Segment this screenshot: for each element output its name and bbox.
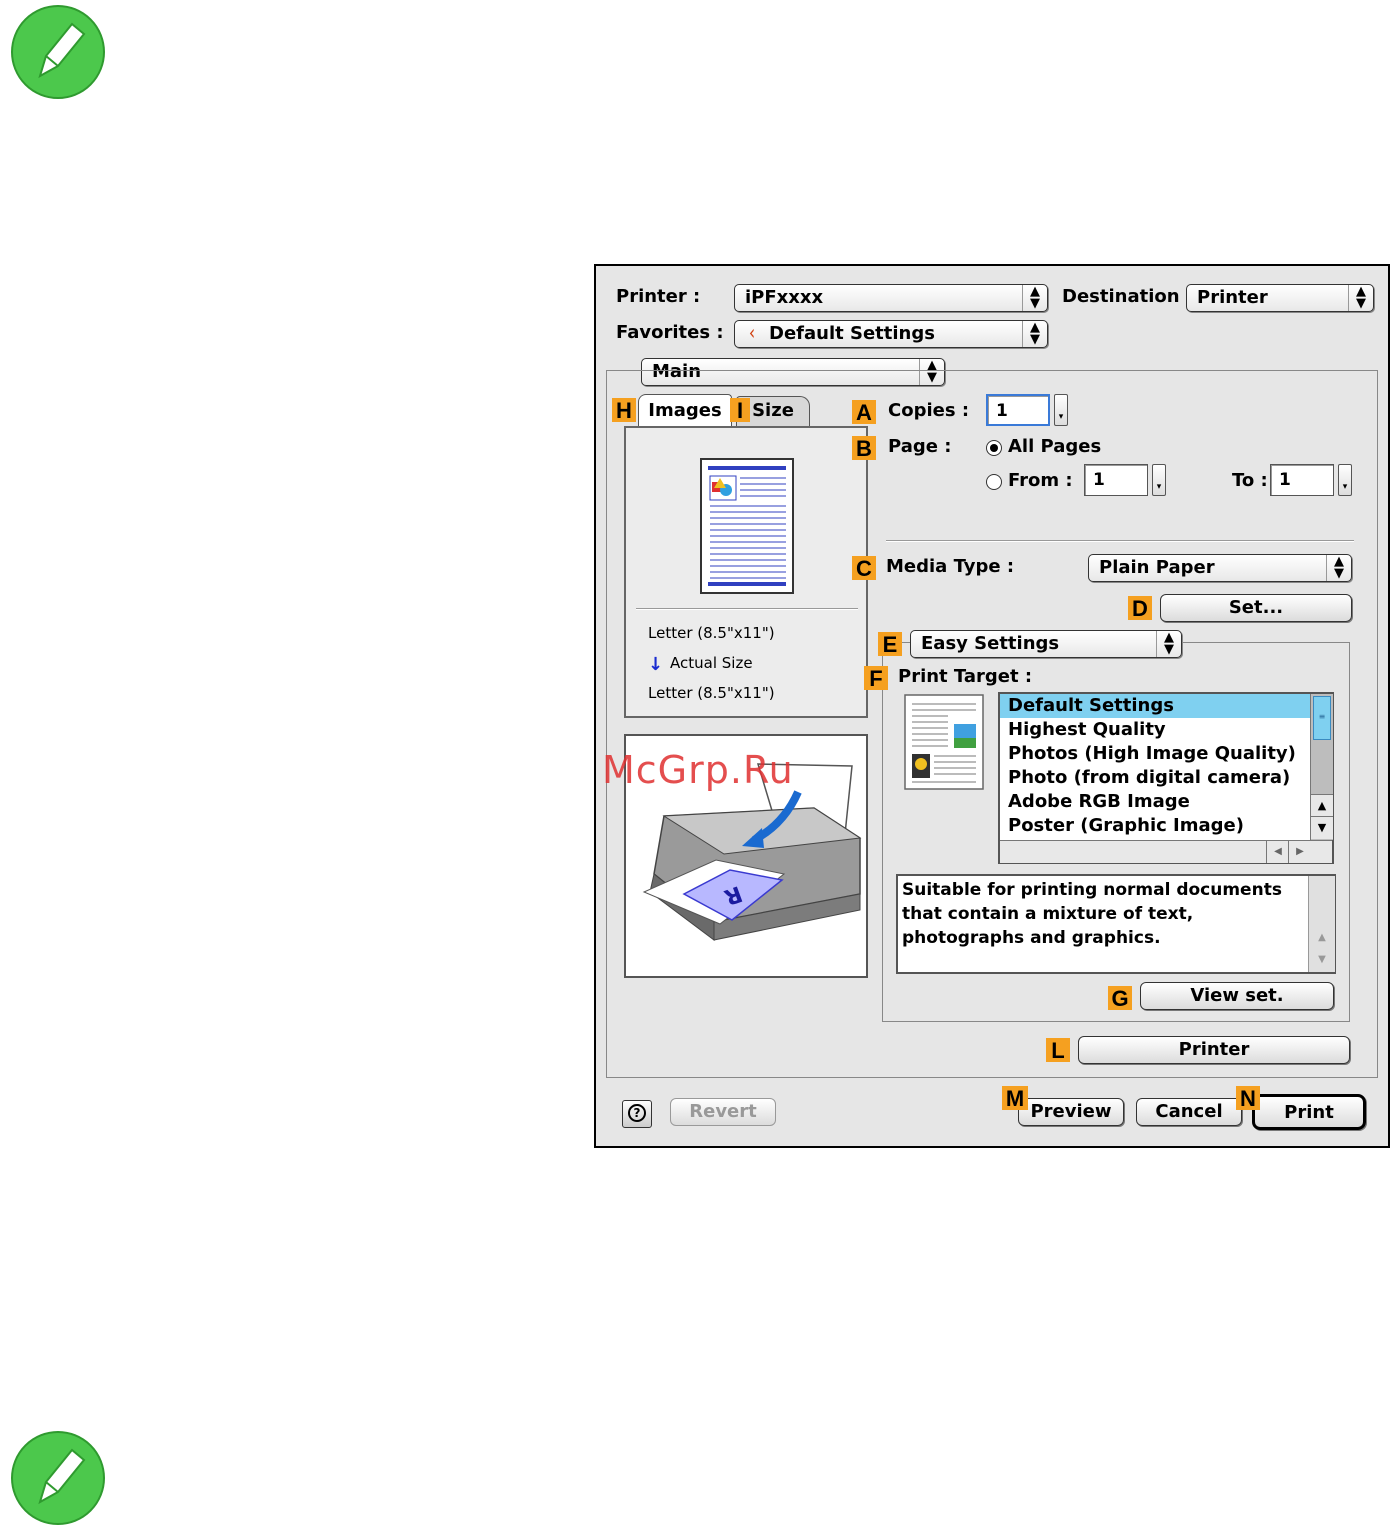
scroll-up-arrow-icon[interactable]: ▲ — [1309, 928, 1335, 948]
watermark-text: McGrp.Ru — [602, 748, 794, 792]
scroll-right-arrow-icon[interactable]: ▶ — [1288, 841, 1311, 863]
to-stepper[interactable]: ▾ — [1338, 464, 1352, 496]
copies-label: Copies : — [888, 400, 970, 421]
media-type-value: Plain Paper — [1099, 557, 1215, 578]
media-type-popup[interactable]: Plain Paper ▲ ▼ — [1088, 554, 1352, 582]
from-stepper[interactable]: ▾ — [1152, 464, 1166, 496]
to-input[interactable]: 1 — [1270, 464, 1334, 496]
marker-l: L — [1046, 1038, 1070, 1063]
scroll-left-arrow-icon[interactable]: ◀ — [1266, 841, 1289, 863]
help-button[interactable]: ? — [622, 1100, 652, 1128]
list-item[interactable]: Highest Quality — [1008, 718, 1166, 742]
preview-button[interactable]: Preview — [1018, 1098, 1124, 1126]
favorites-label: Favorites : — [616, 322, 724, 343]
all-pages-label: All Pages — [1008, 436, 1102, 457]
marker-f: F — [864, 666, 888, 691]
copies-stepper[interactable]: ▾ — [1054, 394, 1068, 426]
section-divider — [886, 540, 1354, 542]
printer-popup[interactable]: iPFxxxx ▲ ▼ — [734, 284, 1048, 312]
cancel-button[interactable]: Cancel — [1136, 1098, 1242, 1126]
marker-h: H — [612, 398, 636, 423]
to-label: To : — [1232, 470, 1268, 491]
print-button[interactable]: Print — [1252, 1094, 1366, 1130]
destination-value: Printer — [1197, 287, 1268, 308]
updown-arrows-icon: ▲ ▼ — [1348, 285, 1373, 311]
printer-label: Printer : — [616, 286, 701, 307]
list-item[interactable]: Poster (Graphic Image) — [1008, 814, 1244, 838]
set-button[interactable]: Set... — [1160, 594, 1352, 622]
preview-divider — [636, 608, 858, 610]
marker-m: M — [1002, 1086, 1028, 1111]
updown-arrows-icon: ▲ ▼ — [1156, 631, 1181, 657]
scroll-down-arrow-icon[interactable]: ▼ — [1311, 816, 1333, 839]
list-item[interactable]: Photo (from digital camera) — [1008, 766, 1290, 790]
list-horizontal-scrollbar[interactable]: ◀ ▶ — [1000, 840, 1332, 863]
updown-arrows-icon: ▲ ▼ — [1326, 555, 1351, 581]
page-label: Page : — [888, 436, 952, 457]
list-item[interactable]: Photos (High Image Quality) — [1008, 742, 1296, 766]
marker-n: N — [1236, 1086, 1260, 1111]
from-input[interactable]: 1 — [1084, 464, 1148, 496]
marker-d: D — [1128, 596, 1152, 621]
tab-size-label: Size — [752, 400, 794, 421]
print-target-list[interactable]: Default Settings Highest Quality Photos … — [998, 692, 1334, 864]
list-vertical-scrollbar[interactable]: ≡ ▲ ▼ — [1310, 694, 1333, 840]
marker-c: C — [852, 556, 876, 581]
print-dialog: Printer : iPFxxxx ▲ ▼ Destination : Print… — [594, 264, 1390, 1148]
from-radio[interactable] — [986, 474, 1002, 490]
scroll-down-arrow-icon[interactable]: ▼ — [1309, 950, 1335, 970]
marker-i: I — [730, 398, 750, 423]
favorite-flame-icon: ᚲ — [747, 324, 757, 343]
media-type-label: Media Type : — [886, 556, 1015, 577]
scroll-up-arrow-icon[interactable]: ▲ — [1311, 794, 1333, 817]
note-pencil-icon — [11, 5, 105, 99]
revert-button[interactable]: Revert — [670, 1098, 776, 1126]
arrow-down-icon: ↓ — [648, 654, 664, 675]
easy-settings-value: Easy Settings — [921, 633, 1060, 654]
printer-button[interactable]: Printer — [1078, 1036, 1350, 1064]
updown-arrows-icon: ▲ ▼ — [1022, 321, 1047, 347]
copies-input[interactable]: 1 — [986, 394, 1050, 426]
print-target-thumbnail-icon — [904, 694, 984, 790]
favorites-popup[interactable]: ᚲ Default Settings ▲ ▼ — [734, 320, 1048, 348]
page-thumbnail-icon — [700, 458, 794, 594]
tab-images[interactable]: Images — [638, 394, 732, 428]
description-text: Suitable for printing normal documents t… — [902, 880, 1282, 948]
list-item[interactable]: Adobe RGB Image — [1008, 790, 1190, 814]
favorites-value: Default Settings — [769, 323, 935, 344]
marker-e: E — [878, 632, 902, 657]
scroll-thumb[interactable]: ≡ — [1313, 696, 1331, 740]
paper-out-size: Letter (8.5"x11") — [648, 684, 775, 702]
updown-arrows-icon: ▲ ▼ — [1022, 285, 1047, 311]
marker-g: G — [1108, 986, 1132, 1011]
tab-images-label: Images — [648, 400, 722, 421]
page-preview-panel: Letter (8.5"x11") ↓ Actual Size Letter (… — [624, 426, 868, 718]
list-item[interactable]: Default Settings — [1008, 694, 1174, 718]
marker-a: A — [852, 400, 876, 425]
print-target-label: Print Target : — [898, 666, 1033, 687]
printer-value: iPFxxxx — [745, 287, 824, 308]
destination-label: Destination : — [1062, 286, 1194, 307]
paper-in-size: Letter (8.5"x11") — [648, 624, 775, 642]
note-pencil-icon — [11, 1431, 105, 1525]
description-scrollbar[interactable]: ▲ ▼ — [1308, 876, 1335, 972]
destination-popup[interactable]: Printer ▲ ▼ — [1186, 284, 1374, 312]
scale-label: Actual Size — [670, 654, 753, 672]
all-pages-radio[interactable] — [986, 440, 1002, 456]
easy-settings-popup[interactable]: Easy Settings ▲ ▼ — [910, 630, 1182, 658]
description-box: Suitable for printing normal documents t… — [896, 874, 1336, 974]
help-icon: ? — [628, 1104, 646, 1122]
from-label: From : — [1008, 470, 1073, 491]
view-set-button[interactable]: View set. — [1140, 982, 1334, 1010]
marker-b: B — [852, 436, 876, 461]
